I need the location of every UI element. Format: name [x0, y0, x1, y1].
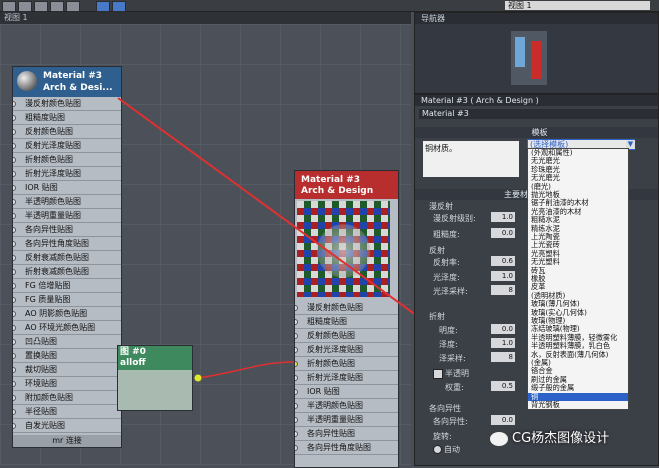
- nav-node-mark: [531, 41, 541, 79]
- gloss-label: 光泽度:: [433, 273, 460, 282]
- aniso-header: 各向异性: [429, 404, 461, 413]
- diffuse-header: 漫反射: [429, 202, 453, 211]
- diffuse-level-field[interactable]: 1.0: [491, 212, 515, 222]
- weight-label: 权重:: [445, 383, 464, 392]
- auto-label: 自动: [444, 445, 460, 454]
- refr-samples-field[interactable]: 8: [491, 352, 515, 362]
- dropdown-option[interactable]: 背光钢板: [528, 400, 628, 409]
- aniso-field[interactable]: 0.0: [491, 415, 515, 425]
- gloss-samples-field[interactable]: 8: [491, 285, 515, 295]
- navigator-panel: 导航器: [414, 12, 659, 94]
- gloss-field[interactable]: 1.0: [491, 271, 515, 281]
- reflection-header: 反射: [429, 246, 445, 255]
- weight-field[interactable]: 0.5: [491, 381, 515, 391]
- watermark: CG杨杰图像设计: [490, 428, 609, 450]
- template-description: 铜材质。: [423, 141, 519, 177]
- diffuse-level-label: 漫反射级别:: [433, 214, 476, 223]
- nav-node-mark: [515, 37, 525, 67]
- refr-gloss-field[interactable]: 1.0: [491, 338, 515, 348]
- reflectivity-field[interactable]: 0.6: [491, 256, 515, 266]
- navigator-preview[interactable]: [511, 31, 547, 85]
- template-rollout-header[interactable]: 模板: [415, 127, 658, 138]
- roughness-label: 粗糙度:: [433, 230, 460, 239]
- gloss-samples-label: 光泽采样:: [433, 287, 468, 296]
- template-dropdown-list[interactable]: (外观和属性) 无光磨光 珍珠磨光 无光磨光 (磨光) 抛光地板 锯子削油漆的木材 光亮油漆的…: [527, 148, 629, 410]
- transparency-field[interactable]: 0.0: [491, 324, 515, 334]
- refr-samples-label: 泽采样:: [439, 354, 466, 363]
- panel-title: Material #3 ( Arch & Design ): [415, 95, 658, 106]
- refr-gloss-label: 泽度:: [439, 340, 458, 349]
- translucency-label: 半透明: [445, 369, 469, 378]
- connector-wire: [197, 361, 295, 379]
- roughness-field[interactable]: 0.0: [491, 228, 515, 238]
- watermark-text: CG杨杰图像设计: [512, 431, 610, 446]
- rotation-label: 旋转:: [433, 432, 452, 441]
- wechat-icon: [490, 431, 508, 446]
- output-socket[interactable]: [194, 374, 202, 382]
- material-name-field[interactable]: Material #3: [419, 109, 658, 119]
- reflectivity-label: 反射率:: [433, 258, 460, 267]
- refraction-header: 折射: [429, 312, 445, 321]
- translucency-checkbox[interactable]: [433, 369, 443, 379]
- dropdown-option[interactable]: 缎子般的金属: [528, 383, 628, 392]
- navigator-title: 导航器: [415, 13, 658, 24]
- aniso-label: 各向异性:: [433, 417, 468, 426]
- transparency-label: 明度:: [439, 326, 458, 335]
- auto-radio[interactable]: [433, 445, 442, 454]
